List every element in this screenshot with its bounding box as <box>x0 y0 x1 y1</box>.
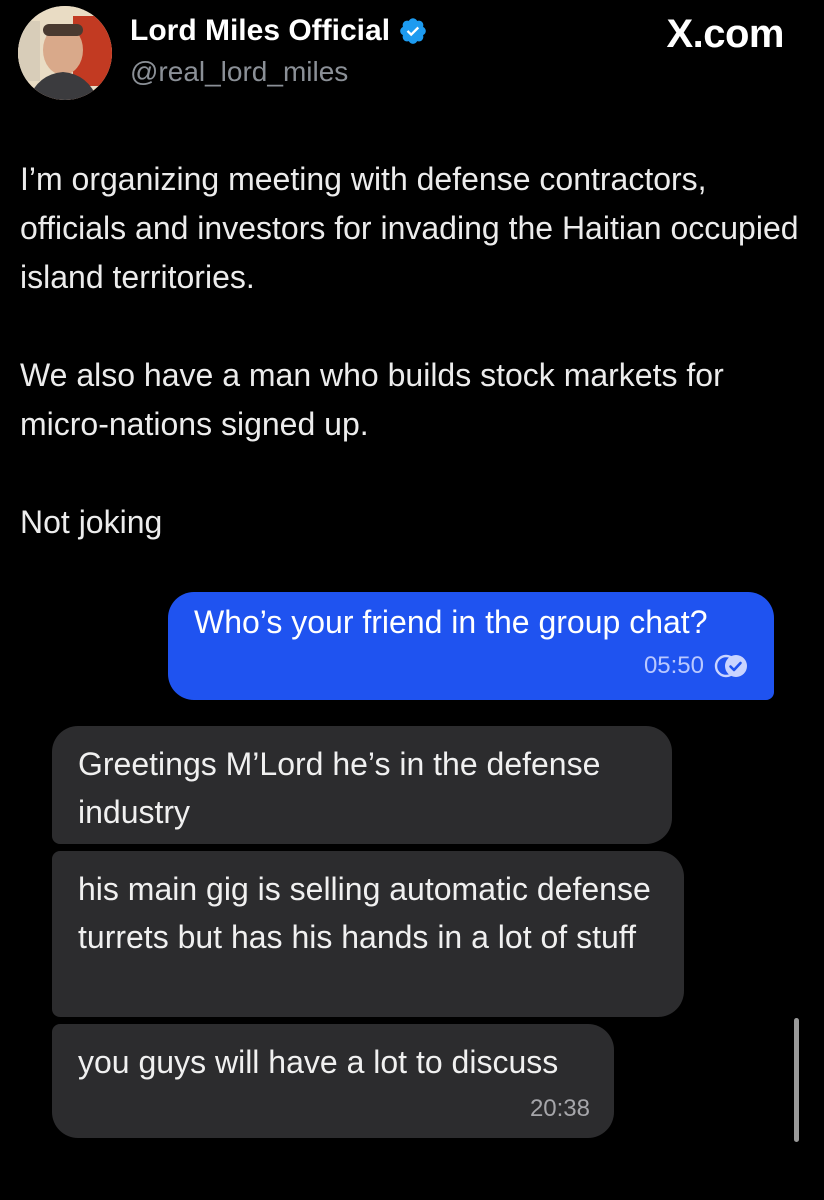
scrollbar[interactable] <box>794 1018 799 1142</box>
incoming-message-bubble[interactable]: Greetings M’Lord he’s in the defense ind… <box>52 726 672 844</box>
user-handle[interactable]: @real_lord_miles <box>130 56 348 88</box>
message-time: 20:38 <box>529 1095 590 1122</box>
verified-badge-icon <box>398 16 428 46</box>
message-text: Greetings M’Lord he’s in the defense ind… <box>78 746 601 830</box>
tweet-body: I’m organizing meeting with defense cont… <box>20 155 810 596</box>
brand-logo: X.com <box>666 12 784 56</box>
message-text: you guys will have a lot to discuss <box>78 1044 559 1080</box>
message-text: Who’s your friend in the group chat? <box>194 604 708 640</box>
outgoing-message-bubble[interactable]: Who’s your friend in the group chat? 05:… <box>168 592 774 700</box>
message-meta: 05:50 <box>644 652 750 680</box>
incoming-message-bubble[interactable]: you guys will have a lot to discuss 20:3… <box>52 1024 614 1138</box>
read-check-icon <box>714 652 750 680</box>
tweet-paragraph: We also have a man who builds stock mark… <box>20 357 724 442</box>
avatar-photo <box>18 6 112 100</box>
profile-avatar[interactable] <box>18 6 112 100</box>
incoming-message-bubble[interactable]: his main gig is selling automatic defens… <box>52 851 684 1017</box>
display-name-text: Lord Miles Official <box>130 14 391 47</box>
tweet-paragraph: Not joking <box>20 504 163 540</box>
tweet-paragraph: I’m organizing meeting with defense cont… <box>20 161 799 295</box>
display-name[interactable]: Lord Miles Official <box>130 14 428 48</box>
message-time: 05:50 <box>643 652 704 679</box>
message-text: his main gig is selling automatic defens… <box>78 871 651 955</box>
